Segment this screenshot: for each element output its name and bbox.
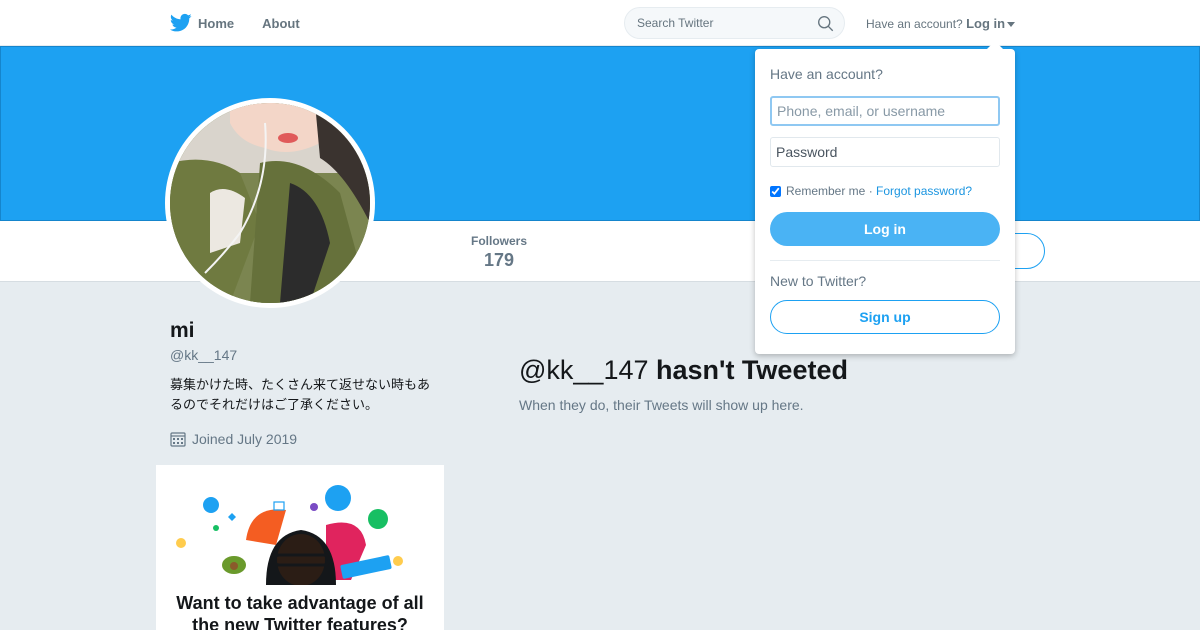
dropdown-divider — [770, 260, 1000, 261]
account-menu[interactable]: Have an account? Log in — [866, 16, 1016, 31]
new-features-promo-card: Want to take advantage of all the new Tw… — [156, 465, 444, 630]
chevron-down-icon[interactable] — [1007, 22, 1016, 28]
empty-timeline-handle: @kk__147 — [519, 355, 649, 385]
new-to-twitter-label: New to Twitter? — [770, 273, 867, 289]
profile-handle[interactable]: @kk__147 — [170, 347, 237, 363]
followers-stat[interactable]: Followers 179 — [470, 234, 528, 271]
account-prompt: Have an account? — [866, 17, 963, 31]
avatar[interactable] — [165, 98, 375, 308]
search-icon[interactable] — [817, 15, 834, 32]
dropdown-arrow — [987, 41, 1003, 49]
login-dropdown: Have an account? Remember me · Forgot pa… — [755, 41, 1015, 354]
profile-bio: 募集かけた時、たくさん来て返せない時もあるのでそれだけはご了承ください。 — [170, 378, 431, 413]
separator-dot: · — [865, 184, 877, 198]
username-field[interactable] — [770, 96, 1000, 126]
twitter-bird-icon[interactable] — [170, 13, 192, 33]
search-placeholder: Search Twitter — [637, 16, 714, 30]
nav-about-link[interactable]: About — [262, 16, 300, 31]
password-field[interactable] — [770, 137, 1000, 167]
empty-timeline-message: hasn't Tweeted — [648, 355, 848, 385]
profile-name: mi — [170, 319, 195, 342]
avatar-photo — [170, 103, 370, 303]
empty-timeline-subtitle: When they do, their Tweets will show up … — [519, 397, 804, 413]
promo-illustration — [176, 485, 403, 585]
remember-me-row: Remember me · Forgot password? — [770, 184, 972, 198]
nav-left: Home About — [170, 0, 328, 46]
promo-title: Want to take advantage of all the new Tw… — [176, 593, 424, 630]
signup-button[interactable]: Sign up — [770, 300, 1000, 334]
remember-me-label[interactable]: Remember me — [786, 184, 865, 198]
forgot-password-link[interactable]: Forgot password? — [876, 184, 972, 198]
login-menu-trigger[interactable]: Log in — [966, 16, 1005, 31]
avatar-image — [170, 103, 370, 303]
nav-home-link[interactable]: Home — [198, 16, 234, 31]
remember-me-checkbox[interactable] — [770, 185, 781, 197]
dropdown-heading: Have an account? — [770, 66, 883, 82]
followers-label: Followers — [470, 234, 527, 248]
joined-date: Joined July 2019 — [170, 431, 297, 447]
login-button[interactable]: Log in — [770, 212, 1000, 246]
followers-count: 179 — [483, 250, 515, 270]
empty-timeline-title: @kk__147 hasn't Tweeted — [519, 355, 848, 386]
joined-label: Joined July 2019 — [192, 431, 298, 447]
search-input[interactable]: Search Twitter — [624, 7, 845, 39]
calendar-icon — [170, 432, 186, 447]
top-nav-bar: Home About Search Twitter Have an accoun… — [0, 0, 1200, 46]
